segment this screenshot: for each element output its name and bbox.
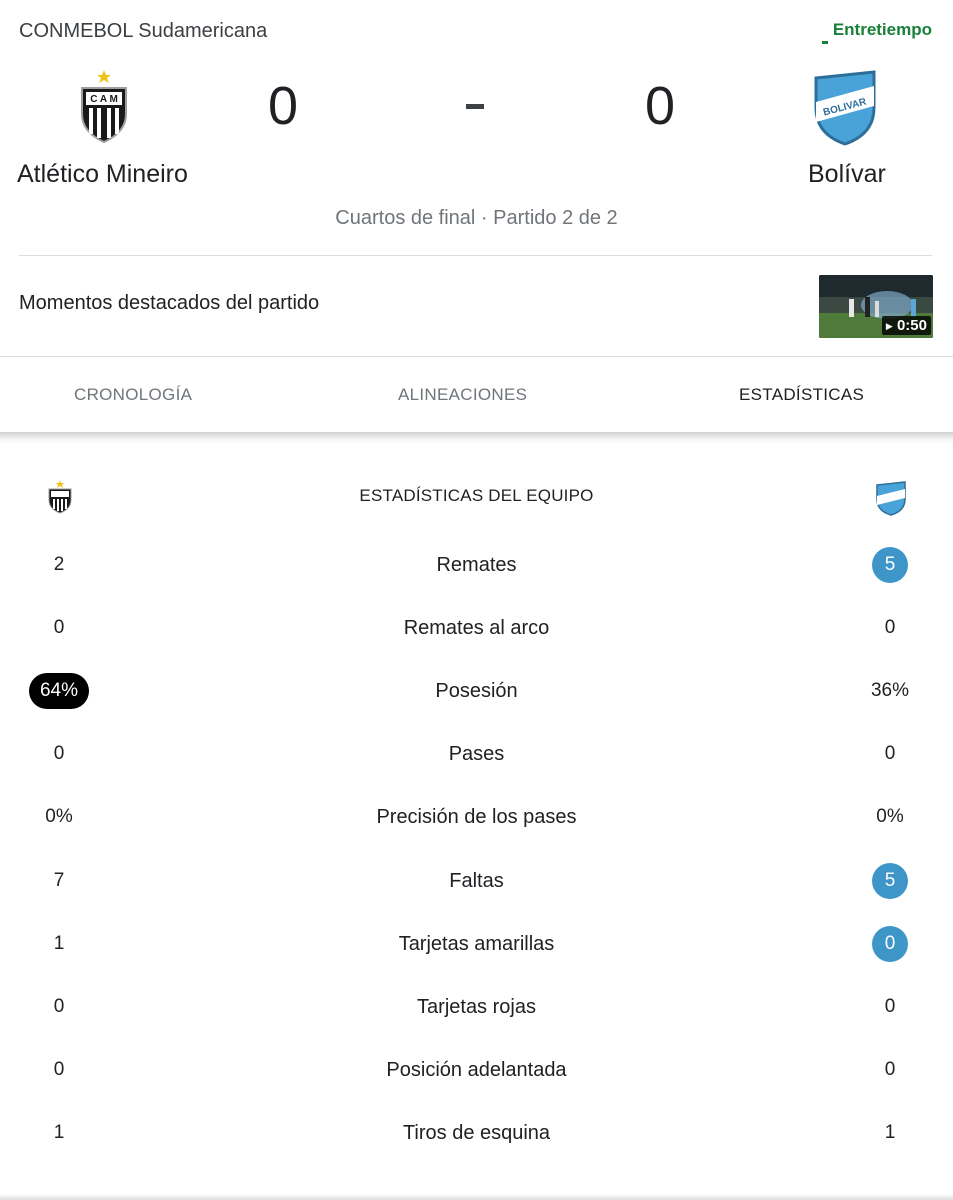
away-stat-value: 0 — [850, 996, 930, 1018]
stat-row: 2 Remates 5 — [0, 546, 953, 586]
divider — [19, 255, 932, 256]
tab-cronologia[interactable]: CRONOLOGÍA — [74, 385, 192, 405]
home-team-name[interactable]: Atlético Mineiro — [17, 160, 188, 189]
away-stat-text: 0 — [884, 996, 896, 1017]
competition-name[interactable]: CONMEBOL Sudamericana — [19, 20, 267, 43]
away-stat-value: 0 — [850, 926, 930, 962]
match-status: Entretiempo — [832, 20, 932, 39]
score-separator — [466, 104, 484, 109]
stat-row: 0 Remates al arco 0 — [0, 609, 953, 649]
stats-header: ESTADÍSTICAS DEL EQUIPO — [0, 480, 953, 516]
live-indicator — [822, 41, 828, 44]
tab-alineaciones[interactable]: ALINEACIONES — [398, 385, 527, 405]
video-duration: ▶ 0:50 — [881, 316, 931, 335]
stat-label: Remates — [436, 554, 517, 576]
bolivar-crest-icon — [876, 481, 906, 516]
away-stat-text: 0 — [872, 926, 908, 962]
stat-row: 0 Pases 0 — [0, 735, 953, 775]
match-card: CONMEBOL Sudamericana Entretiempo C A M … — [0, 0, 953, 433]
stat-row: 64% Posesión 36% — [0, 672, 953, 712]
stat-row: 1 Tiros de esquina 1 — [0, 1114, 953, 1154]
highlights-link[interactable]: Momentos destacados del partido — [19, 292, 319, 315]
atletico-mineiro-crest-icon[interactable]: C A M — [78, 70, 130, 144]
away-score: 0 — [645, 76, 676, 136]
stat-row: 0% Precisión de los pases 0% — [0, 798, 953, 838]
match-round: Cuartos de final · Partido 2 de 2 — [335, 207, 618, 229]
stat-label: Pases — [448, 743, 505, 765]
stat-row: 0 Tarjetas rojas 0 — [0, 988, 953, 1028]
away-stat-value: 5 — [850, 547, 930, 583]
stat-row: 1 Tarjetas amarillas 0 — [0, 925, 953, 965]
stats-title: ESTADÍSTICAS DEL EQUIPO — [359, 486, 594, 505]
away-stat-value: 0% — [850, 806, 930, 828]
stat-label: Posición adelantada — [386, 1059, 567, 1081]
away-team-name[interactable]: Bolívar — [808, 160, 886, 189]
away-stat-text: 5 — [872, 863, 908, 899]
play-icon: ▶ — [885, 321, 893, 331]
tab-bar: CRONOLOGÍA ALINEACIONES ESTADÍSTICAS — [0, 357, 953, 432]
stat-label: Posesión — [435, 680, 518, 702]
away-stat-value: 0 — [850, 617, 930, 639]
away-stat-value: 1 — [850, 1122, 930, 1144]
tab-estadisticas[interactable]: ESTADÍSTICAS — [739, 385, 864, 405]
away-stat-value: 0 — [850, 743, 930, 765]
away-stat-value: 36% — [850, 680, 930, 702]
away-stat-text: 0% — [876, 806, 904, 827]
stat-row: 0 Posición adelantada 0 — [0, 1051, 953, 1091]
bottom-divider — [0, 1194, 953, 1200]
away-stat-text: 1 — [884, 1122, 896, 1143]
away-stat-text: 5 — [872, 547, 908, 583]
crest-lettering: C A M — [90, 94, 118, 105]
away-stat-value: 5 — [850, 863, 930, 899]
stat-label: Tiros de esquina — [402, 1122, 551, 1144]
duration-text: 0:50 — [896, 317, 927, 334]
stat-label: Faltas — [449, 870, 504, 892]
bolivar-crest-icon[interactable]: BOLIVAR — [810, 68, 880, 146]
stat-label: Remates al arco — [403, 617, 550, 639]
stat-label: Tarjetas amarillas — [398, 933, 555, 955]
stat-row: 7 Faltas 5 — [0, 862, 953, 902]
section-shadow — [0, 432, 953, 444]
away-stat-value: 0 — [850, 1059, 930, 1081]
home-score: 0 — [268, 76, 299, 136]
away-stat-text: 0 — [884, 617, 896, 638]
highlights-video-thumbnail[interactable]: ▶ 0:50 — [819, 275, 933, 338]
stat-label: Tarjetas rojas — [417, 996, 536, 1018]
away-stat-text: 0 — [884, 1059, 896, 1080]
away-stat-text: 0 — [884, 743, 896, 764]
stat-label: Precisión de los pases — [376, 806, 577, 828]
away-stat-text: 36% — [870, 680, 910, 701]
